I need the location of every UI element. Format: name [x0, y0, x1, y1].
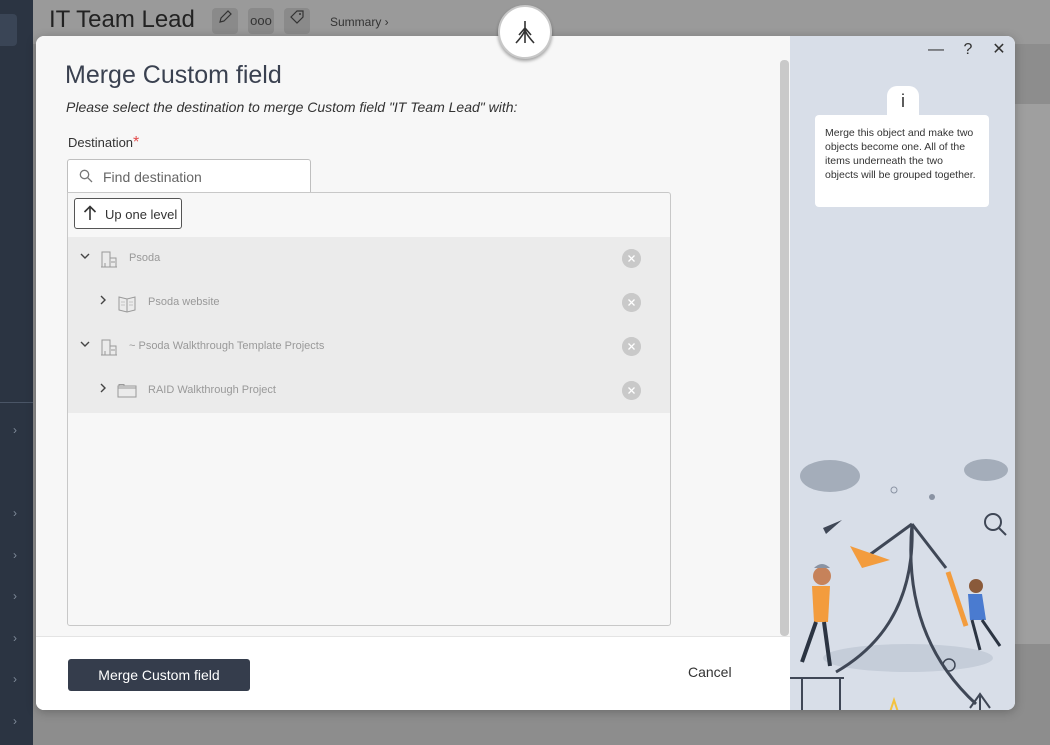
app-right-panel: [1015, 104, 1050, 644]
chevron-right-icon[interactable]: [96, 293, 110, 307]
help-side-panel: — ? ✕ i Merge this object and make two o…: [790, 36, 1015, 710]
remove-icon[interactable]: [622, 337, 641, 356]
search-icon: [79, 169, 93, 183]
destination-label-text: Destination: [68, 135, 134, 150]
rail-active-item[interactable]: [0, 14, 17, 46]
info-icon: i: [887, 86, 919, 116]
dialog-scrollbar[interactable]: [780, 60, 789, 636]
breadcrumb[interactable]: Summary ›: [330, 15, 389, 29]
merge-icon: [515, 21, 535, 44]
pencil-icon: [219, 10, 232, 23]
dialog-footer: Merge Custom field Cancel: [36, 636, 790, 710]
chevron-down-icon[interactable]: [78, 337, 92, 351]
more-button[interactable]: ooo: [248, 8, 274, 34]
required-marker: *: [133, 134, 140, 151]
book-icon: [118, 296, 136, 313]
search-input[interactable]: [101, 166, 305, 188]
folder-icon: [117, 384, 137, 398]
tree-item-label: Psoda: [129, 252, 161, 264]
building-icon: [101, 339, 117, 356]
building-icon: [101, 251, 117, 268]
minimize-button[interactable]: —: [928, 42, 944, 58]
rail-expand-icon[interactable]: ›: [8, 631, 22, 645]
destination-tree: Up one level Psoda Psoda website ~ Psoda…: [67, 192, 671, 626]
destination-search[interactable]: [67, 159, 311, 192]
tree-item-label: Psoda website: [148, 296, 220, 308]
edit-button[interactable]: [212, 8, 238, 34]
tree-row[interactable]: RAID Walkthrough Project: [68, 369, 670, 413]
chevron-down-icon[interactable]: [78, 249, 92, 263]
tree-item-label: RAID Walkthrough Project: [148, 384, 276, 396]
rail-expand-icon[interactable]: ›: [8, 506, 22, 520]
tree-row[interactable]: Psoda website: [68, 281, 670, 325]
rail-expand-icon[interactable]: ›: [8, 714, 22, 728]
app-left-rail: › › › › › › ›: [0, 0, 33, 745]
tag-button[interactable]: [284, 8, 310, 34]
merge-illustration: [790, 459, 1008, 710]
up-one-level-button[interactable]: Up one level: [74, 198, 182, 229]
rail-expand-icon[interactable]: ›: [8, 423, 22, 437]
tree-row[interactable]: Psoda: [68, 237, 670, 281]
page-title: IT Team Lead: [49, 6, 195, 33]
destination-label: Destination*: [68, 134, 139, 152]
remove-icon[interactable]: [622, 249, 641, 268]
merge-dialog: Merge Custom field Please select the des…: [36, 36, 1015, 710]
remove-icon[interactable]: [622, 381, 641, 400]
merge-button[interactable]: Merge Custom field: [68, 659, 250, 691]
up-one-level-label: Up one level: [105, 207, 178, 222]
dialog-subtitle: Please select the destination to merge C…: [66, 99, 518, 115]
arrow-up-icon: [83, 205, 97, 220]
tag-icon: [290, 10, 304, 24]
dialog-title: Merge Custom field: [65, 61, 282, 89]
info-text: Merge this object and make two objects b…: [815, 115, 989, 207]
tree-row[interactable]: ~ Psoda Walkthrough Template Projects: [68, 325, 670, 369]
rail-divider: [0, 402, 33, 403]
rail-expand-icon[interactable]: ›: [8, 548, 22, 562]
rail-expand-icon[interactable]: ›: [8, 589, 22, 603]
help-button[interactable]: ?: [960, 42, 976, 58]
cancel-button[interactable]: Cancel: [688, 664, 732, 680]
remove-icon[interactable]: [622, 293, 641, 312]
chevron-right-icon[interactable]: [96, 381, 110, 395]
dialog-main: Merge Custom field Please select the des…: [36, 36, 790, 710]
merge-badge: [498, 5, 552, 59]
tree-list: Psoda Psoda website ~ Psoda Walkthrough …: [68, 237, 670, 413]
tree-item-label: ~ Psoda Walkthrough Template Projects: [129, 340, 325, 352]
close-button[interactable]: ✕: [991, 42, 1007, 58]
rail-expand-icon[interactable]: ›: [8, 672, 22, 686]
